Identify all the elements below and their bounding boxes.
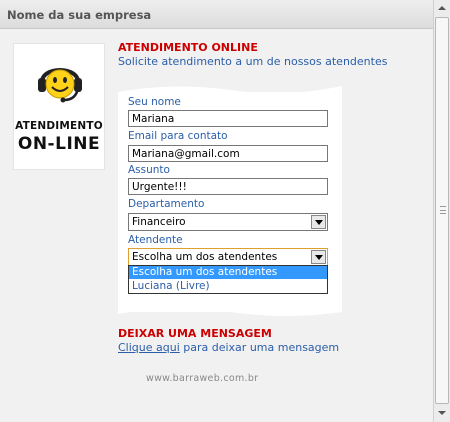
subject-field[interactable] (128, 178, 328, 195)
attendant-dropdown-list: Escolha um dos atendentes Luciana (Livre… (128, 265, 328, 294)
vertical-scrollbar[interactable] (433, 0, 450, 422)
name-field[interactable] (128, 110, 328, 127)
atendimento-online-logo: ATENDIMENTO ON-LINE (13, 43, 105, 170)
attendant-select[interactable]: Escolha um dos atendentes (128, 248, 328, 266)
subject-label: Assunto (128, 164, 170, 176)
online-subtitle: Solicite atendimento a um de nossos aten… (118, 55, 388, 68)
main-content: ATENDIMENTO ON-LINE ATENDIMENTO ONLINE S… (0, 30, 433, 422)
email-field[interactable] (128, 145, 328, 162)
attendant-option[interactable]: Escolha um dos atendentes (129, 266, 327, 279)
header-bar: Nome da sua empresa (0, 0, 433, 29)
chevron-down-icon[interactable] (311, 215, 326, 229)
attendant-value: Escolha um dos atendentes (132, 251, 278, 263)
message-title: DEIXAR UMA MENSAGEM (118, 327, 272, 340)
scroll-up-arrow-icon[interactable] (434, 0, 450, 16)
form-wave-bottom (118, 306, 342, 316)
department-select[interactable]: Financeiro (128, 213, 328, 231)
message-rest-text: para deixar uma mensagem (179, 341, 340, 354)
smiley-headset-icon (38, 68, 82, 103)
grip-icon (440, 206, 446, 214)
logo-text-line1: ATENDIMENTO (15, 120, 103, 132)
scrollbar-thumb[interactable] (435, 17, 449, 404)
message-line: Clique aqui para deixar uma mensagem (118, 341, 339, 354)
online-title: ATENDIMENTO ONLINE (118, 41, 258, 54)
footer-url: www.barraweb.com.br (146, 373, 259, 384)
attendant-option[interactable]: Luciana (Livre) (129, 280, 327, 293)
name-label: Seu nome (128, 96, 181, 108)
chevron-down-icon[interactable] (311, 250, 326, 264)
scroll-down-arrow-icon[interactable] (434, 405, 450, 421)
email-label: Email para contato (128, 130, 228, 142)
logo-text-line2: ON-LINE (17, 134, 101, 154)
department-label: Departamento (128, 198, 205, 210)
company-name: Nome da sua empresa (7, 8, 152, 22)
department-value: Financeiro (132, 216, 186, 228)
attendant-label: Atendente (128, 234, 183, 246)
click-here-link[interactable]: Clique aqui (118, 341, 180, 354)
